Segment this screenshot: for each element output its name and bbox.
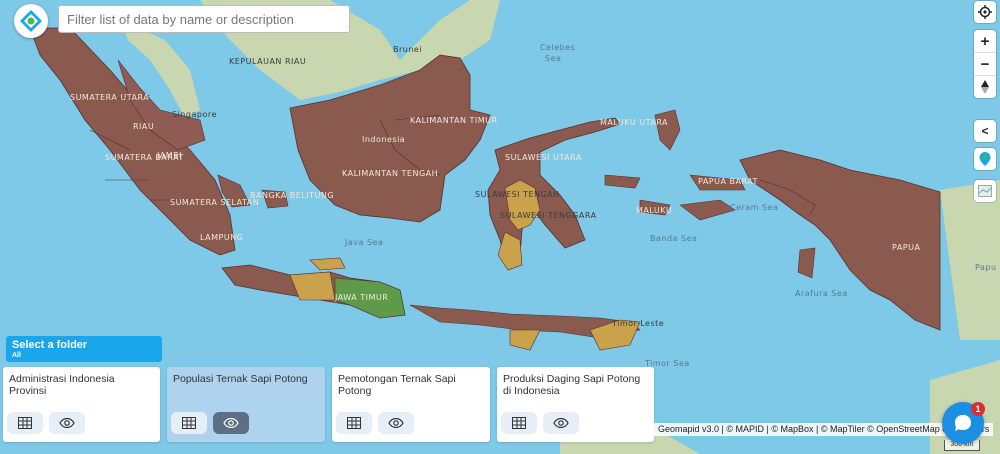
map-label-sulawesi-tenggara: SULAWESI TENGGARA xyxy=(500,211,597,220)
map-label-sulawesi-tengah: SULAWESI TENGAH xyxy=(475,190,560,199)
map-label-sumatera-utara: SUMATERA UTARA xyxy=(70,93,149,102)
table-view-button[interactable] xyxy=(501,412,537,434)
map-label-papua-barat: PAPUA BARAT xyxy=(698,177,758,186)
map-label-riau: RIAU xyxy=(133,122,154,131)
zoom-out-button[interactable]: − xyxy=(974,52,996,75)
layer-pin-control xyxy=(974,148,996,170)
map-label-maluku: MALUKU xyxy=(636,206,672,215)
crosshair-icon xyxy=(978,5,992,19)
data-card[interactable]: Pemotongan Ternak Sapi Potong xyxy=(332,367,490,442)
map-label-celebes-sea-2: Sea xyxy=(545,54,561,63)
eye-icon xyxy=(59,418,75,428)
table-view-button[interactable] xyxy=(7,412,43,434)
plus-icon: + xyxy=(980,32,990,50)
zoom-control: + − xyxy=(974,30,996,98)
map-label-bangka-belitung: BANGKA BELITUNG xyxy=(250,191,334,200)
toggle-visibility-button[interactable] xyxy=(378,412,414,434)
zoom-in-button[interactable]: + xyxy=(974,30,996,52)
map-pin-icon xyxy=(979,152,991,166)
map-label-kepulauan-riau: KEPULAUAN RIAU xyxy=(229,57,306,66)
search-input[interactable] xyxy=(58,5,350,33)
mapid-logo-icon xyxy=(20,10,42,32)
table-icon xyxy=(182,417,196,429)
compass-button[interactable] xyxy=(974,75,996,98)
data-card-selected[interactable]: Populasi Ternak Sapi Potong xyxy=(167,367,325,442)
geolocate-button[interactable] xyxy=(974,1,996,23)
map-label-lampung: LAMPUNG xyxy=(200,233,243,242)
data-card-title: Administrasi Indonesia Provinsi xyxy=(9,373,115,397)
map-label-brunei: Brunei xyxy=(393,45,422,54)
map-label-jambi: JAMBI xyxy=(156,151,182,160)
table-icon xyxy=(347,417,361,429)
data-card-title: Produksi Daging Sapi Potong di Indonesia xyxy=(503,373,641,397)
toggle-visibility-button[interactable] xyxy=(213,412,249,434)
table-view-button[interactable] xyxy=(171,412,207,434)
geolocate-control[interactable] xyxy=(974,1,996,23)
map-label-singapore: Singapore xyxy=(172,110,217,119)
eye-icon xyxy=(388,418,404,428)
basemap-button[interactable] xyxy=(974,180,996,202)
collapse-panel-control: < xyxy=(974,120,996,142)
folder-selector[interactable]: Select a folder All xyxy=(6,336,162,362)
table-icon xyxy=(512,417,526,429)
map-label-kalimantan-timur: KALIMANTAN TIMUR xyxy=(410,116,498,125)
basemap-control xyxy=(974,180,996,202)
eye-icon xyxy=(553,418,569,428)
compass-icon xyxy=(981,80,989,94)
toggle-visibility-button[interactable] xyxy=(49,412,85,434)
table-icon xyxy=(18,417,32,429)
map-label-banda-sea: Banda Sea xyxy=(650,234,697,243)
layer-pin-button[interactable] xyxy=(974,148,996,170)
data-card-title: Populasi Ternak Sapi Potong xyxy=(173,373,308,385)
map-label-arafura-sea: Arafura Sea xyxy=(795,289,848,298)
collapse-panel-button[interactable]: < xyxy=(974,120,996,142)
basemap-icon xyxy=(978,185,992,197)
chevron-left-icon: < xyxy=(981,124,989,138)
app-logo[interactable] xyxy=(14,4,48,38)
map-label-papua-right: Papu xyxy=(975,263,997,272)
map-label-java-sea: Java Sea xyxy=(344,238,383,247)
folder-selector-subtitle: All xyxy=(12,352,21,359)
map-label-celebes-sea: Celebes xyxy=(540,43,575,52)
toggle-visibility-button[interactable] xyxy=(543,412,579,434)
minus-icon: − xyxy=(980,55,990,73)
data-card-title: Pemotongan Ternak Sapi Potong xyxy=(338,373,456,397)
data-card[interactable]: Administrasi Indonesia Provinsi xyxy=(3,367,160,442)
notification-badge: 1 xyxy=(971,402,985,416)
map-label-kalimantan-tengah: KALIMANTAN TENGAH xyxy=(342,169,438,178)
map-label-indonesia: Indonesia xyxy=(362,135,405,144)
map-label-ceram-sea: Ceram Sea xyxy=(730,203,778,212)
map-label-papua: PAPUA xyxy=(892,243,920,252)
data-card[interactable]: Produksi Daging Sapi Potong di Indonesia xyxy=(497,367,654,442)
table-view-button[interactable] xyxy=(336,412,372,434)
map-label-timor-leste: Timor-Leste xyxy=(611,319,664,328)
map-label-maluku-utara: MALUKU UTARA xyxy=(600,118,668,127)
chat-bubble-icon xyxy=(955,415,971,431)
map-label-sulawesi-utara: SULAWESI UTARA xyxy=(505,153,582,162)
map-label-jawa-timur: JAWA TIMUR xyxy=(334,293,388,302)
folder-selector-title: Select a folder xyxy=(12,339,88,351)
map-label-sumatera-selatan: SUMATERA SELATAN xyxy=(170,198,259,207)
eye-icon xyxy=(223,418,239,428)
